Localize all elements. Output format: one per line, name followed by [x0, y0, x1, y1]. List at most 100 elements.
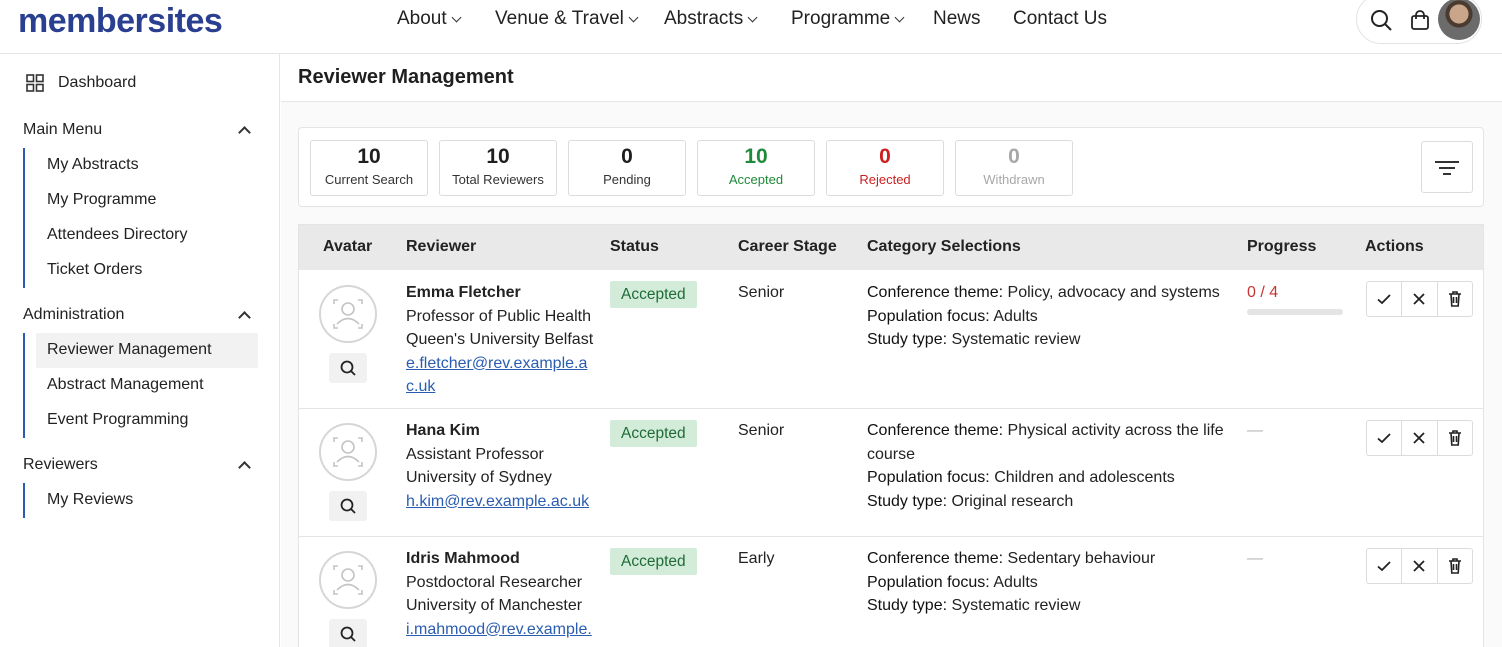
reject-button[interactable]: [1402, 421, 1438, 455]
sidebar-group-reviewers: My Reviews: [23, 483, 133, 518]
stat-label: Withdrawn: [983, 172, 1045, 187]
filter-button[interactable]: [1421, 141, 1473, 193]
col-reviewer[interactable]: Reviewer: [406, 238, 476, 256]
nav-venue-travel[interactable]: Venue & Travel: [495, 8, 639, 30]
reviewer-info: Emma Fletcher Professor of Public Health…: [406, 281, 593, 399]
row-actions: [1366, 281, 1473, 317]
table-row: Idris Mahmood Postdoctoral Researcher Un…: [299, 537, 1483, 647]
search-icon[interactable]: [1369, 8, 1393, 32]
stat-value: 10: [486, 145, 510, 168]
sidebar-dashboard-label: Dashboard: [58, 74, 137, 91]
reviewer-email[interactable]: h.kim@rev.example.ac.uk: [406, 490, 589, 514]
reviewer-institution: Queen's University Belfast: [406, 331, 594, 348]
accept-button[interactable]: [1367, 282, 1403, 316]
stat-pending[interactable]: 0 Pending: [568, 140, 686, 196]
reviewer-avatar: [319, 285, 377, 343]
sidebar-item-my-abstracts[interactable]: My Abstracts: [25, 148, 188, 183]
sidebar-item-my-reviews[interactable]: My Reviews: [25, 483, 133, 518]
sidebar-item-event-programming[interactable]: Event Programming: [25, 403, 258, 438]
cat-value: Physical activity across the life: [1007, 422, 1224, 439]
col-career-stage[interactable]: Career Stage: [738, 238, 837, 256]
delete-button[interactable]: [1438, 282, 1472, 316]
sidebar-item-abstract-management[interactable]: Abstract Management: [25, 368, 258, 403]
col-actions: Actions: [1365, 238, 1424, 255]
reject-button[interactable]: [1402, 549, 1438, 583]
nav-news[interactable]: News: [933, 8, 981, 30]
view-profile-button[interactable]: [329, 619, 367, 647]
delete-button[interactable]: [1438, 549, 1472, 583]
stat-rejected[interactable]: 0 Rejected: [826, 140, 944, 196]
view-profile-button[interactable]: [329, 491, 367, 521]
sidebar-item-attendees-directory[interactable]: Attendees Directory: [25, 218, 188, 253]
chevron-down-icon: [628, 12, 639, 22]
magnifier-icon: [340, 498, 356, 514]
col-status[interactable]: Status: [610, 238, 659, 256]
stat-total-reviewers[interactable]: 10 Total Reviewers: [439, 140, 557, 196]
sidebar-item-dashboard[interactable]: Dashboard: [26, 74, 136, 92]
stat-current-search[interactable]: 10 Current Search: [310, 140, 428, 196]
site-logo[interactable]: membersites: [18, 2, 223, 41]
col-category-selections: Category Selections: [867, 238, 1021, 255]
category-selections: Conference theme: Policy, advocacy and s…: [867, 281, 1237, 352]
sidebar-item-my-programme[interactable]: My Programme: [25, 183, 188, 218]
reviewer-email-cont[interactable]: c.uk: [406, 375, 593, 399]
accept-button[interactable]: [1367, 549, 1403, 583]
user-avatar[interactable]: [1438, 0, 1480, 40]
table-row: Emma Fletcher Professor of Public Health…: [299, 270, 1483, 409]
stats-bar: 10 Current Search 10 Total Reviewers 0 P…: [298, 127, 1484, 207]
sidebar-item-reviewer-management[interactable]: Reviewer Management: [36, 333, 258, 368]
reviewer-email[interactable]: i.mahmood@rev.example.: [406, 618, 592, 642]
user-placeholder-icon: [333, 299, 363, 329]
dashboard-grid-icon: [26, 74, 44, 92]
chevron-down-icon: [894, 12, 905, 22]
nav-abstracts[interactable]: Abstracts: [664, 8, 758, 30]
nav-news-label: News: [933, 8, 981, 29]
cat-key: Study type:: [867, 331, 948, 348]
stat-accepted[interactable]: 10 Accepted: [697, 140, 815, 196]
magnifier-icon: [340, 360, 356, 376]
accept-button[interactable]: [1367, 421, 1403, 455]
reviewer-title: Assistant Professor: [406, 445, 544, 463]
nav-about[interactable]: About: [397, 8, 462, 30]
reviewer-email[interactable]: e.fletcher@rev.example.a: [406, 352, 593, 376]
reviewer-info: Hana Kim Assistant Professor University …: [406, 419, 589, 513]
status-badge: Accepted: [610, 548, 697, 575]
cat-value: Systematic review: [951, 331, 1081, 348]
row-actions: [1366, 420, 1473, 456]
row-actions: [1366, 548, 1473, 584]
cart-icon[interactable]: [1408, 8, 1432, 32]
view-profile-button[interactable]: [329, 353, 367, 383]
career-stage: Senior: [738, 284, 785, 301]
stat-withdrawn[interactable]: 0 Withdrawn: [955, 140, 1073, 196]
nav-contact[interactable]: Contact Us: [1013, 8, 1107, 30]
reject-button[interactable]: [1402, 282, 1438, 316]
sidebar-section-reviewers[interactable]: Reviewers: [23, 456, 255, 474]
stat-value: 0: [621, 145, 633, 168]
cat-value: Adults: [993, 573, 1038, 591]
check-icon: [1377, 433, 1391, 444]
reviewer-title: Postdoctoral Researcher: [406, 573, 583, 591]
category-selections: Conference theme: Physical activity acro…: [867, 419, 1237, 513]
col-avatar: Avatar: [323, 238, 373, 255]
top-navbar: membersites About Venue & Travel Abstrac…: [0, 0, 1502, 54]
cat-key: Population focus:: [867, 469, 990, 486]
reviewer-avatar: [319, 423, 377, 481]
close-icon: [1413, 432, 1426, 444]
delete-button[interactable]: [1438, 421, 1472, 455]
sidebar-section-administration[interactable]: Administration: [23, 306, 255, 324]
check-icon: [1377, 294, 1391, 305]
category-selections: Conference theme: Sedentary behaviour Po…: [867, 547, 1237, 618]
stat-value: 10: [744, 145, 768, 168]
status-badge: Accepted: [610, 281, 697, 308]
progress-empty: —: [1247, 422, 1263, 439]
career-stage: Senior: [738, 422, 785, 439]
col-progress[interactable]: Progress: [1247, 238, 1316, 256]
sidebar-item-ticket-orders[interactable]: Ticket Orders: [25, 253, 188, 288]
cat-value: Adults: [993, 307, 1038, 325]
reviewer-name: Emma Fletcher: [406, 284, 521, 301]
cat-key: Population focus:: [867, 573, 990, 591]
status-badge: Accepted: [610, 420, 697, 447]
trash-icon: [1448, 291, 1461, 307]
nav-programme[interactable]: Programme: [791, 8, 905, 30]
sidebar-section-main-menu[interactable]: Main Menu: [23, 121, 255, 139]
